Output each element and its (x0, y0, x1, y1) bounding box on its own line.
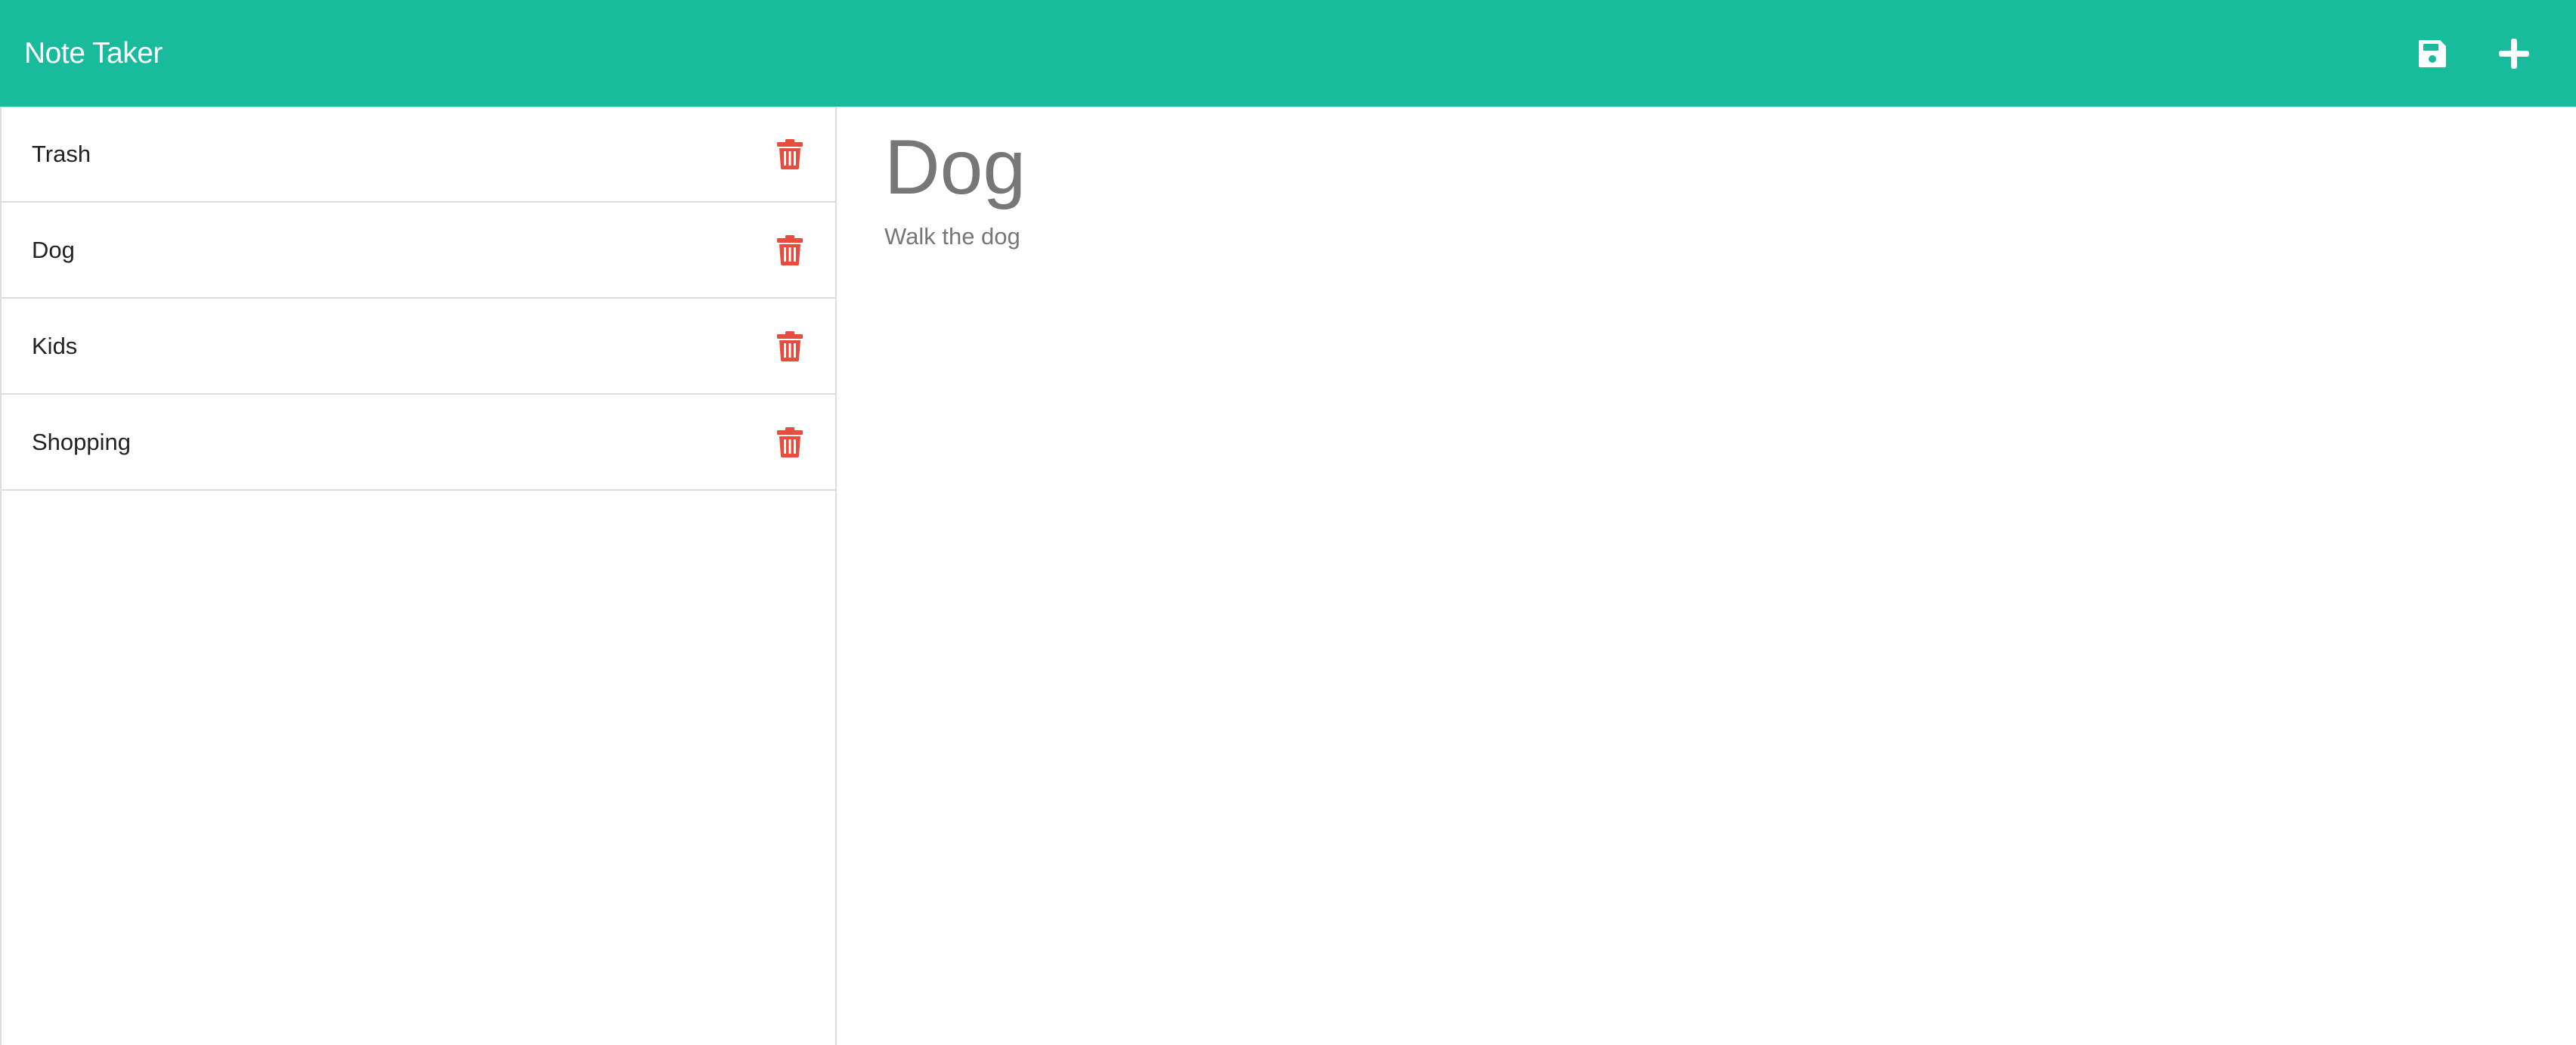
navbar: Note Taker (0, 0, 2576, 107)
trash-icon (777, 330, 803, 361)
note-item-title[interactable]: Trash (32, 141, 91, 168)
navbar-actions (2413, 34, 2552, 73)
save-note-button[interactable] (2413, 34, 2452, 73)
note-item-title[interactable]: Shopping (32, 429, 131, 456)
note-item[interactable]: Shopping (2, 395, 835, 491)
trash-icon (777, 426, 803, 457)
delete-note-button[interactable] (775, 234, 805, 267)
plus-icon (2499, 38, 2529, 69)
note-text-field[interactable]: Walk the dog (884, 223, 2576, 250)
note-item-title[interactable]: Kids (32, 333, 77, 360)
delete-note-button[interactable] (775, 426, 805, 459)
notes-sidebar: Trash Dog Kids Shopping (0, 107, 837, 1045)
note-list: Trash Dog Kids Shopping (2, 107, 835, 491)
note-editor: Dog Walk the dog (837, 107, 2576, 1045)
app-brand[interactable]: Note Taker (24, 37, 163, 70)
note-item[interactable]: Trash (2, 107, 835, 203)
note-item[interactable]: Dog (2, 203, 835, 299)
new-note-button[interactable] (2494, 34, 2534, 73)
note-title-field[interactable]: Dog (884, 125, 2576, 209)
note-item[interactable]: Kids (2, 299, 835, 395)
trash-icon (777, 234, 803, 265)
trash-icon (777, 139, 803, 169)
note-item-title[interactable]: Dog (32, 237, 75, 264)
delete-note-button[interactable] (775, 138, 805, 171)
delete-note-button[interactable] (775, 330, 805, 363)
save-icon (2419, 39, 2446, 67)
